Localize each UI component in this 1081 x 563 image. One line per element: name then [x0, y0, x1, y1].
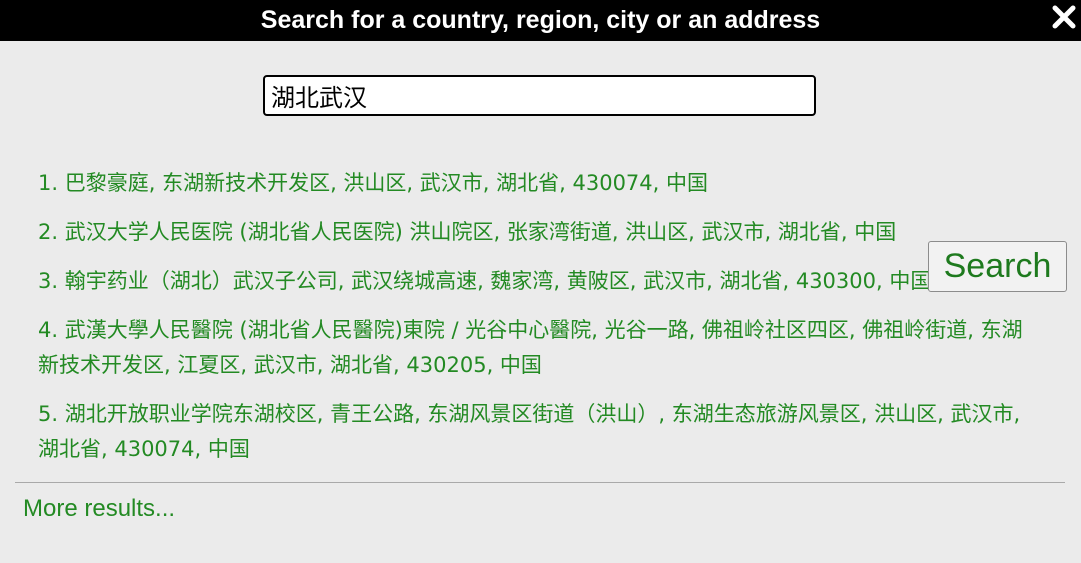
result-address: 巴黎豪庭, 东湖新技术开发区, 洪山区, 武汉市, 湖北省, 430074, 中…: [64, 171, 709, 195]
result-address: 武汉大学人民医院 (湖北省人民医院) 洪山院区, 张家湾街道, 洪山区, 武汉市…: [64, 220, 897, 244]
result-address: 湖北开放职业学院东湖校区, 青王公路, 东湖风景区街道（洪山）, 东湖生态旅游风…: [38, 402, 1021, 461]
result-number: 2.: [38, 220, 59, 244]
dialog-title: Search for a country, region, city or an…: [260, 6, 821, 34]
result-number: 3.: [38, 269, 59, 293]
result-number: 4.: [38, 318, 59, 342]
result-address: 武漢大學人民醫院 (湖北省人民醫院)東院 / 光谷中心醫院, 光谷一路, 佛祖岭…: [38, 318, 1023, 377]
result-number: 5.: [38, 402, 59, 426]
result-item[interactable]: 1. 巴黎豪庭, 东湖新技术开发区, 洪山区, 武汉市, 湖北省, 430074…: [38, 166, 1033, 201]
more-results-link[interactable]: More results...: [23, 492, 175, 526]
result-number: 1.: [38, 171, 59, 195]
result-item[interactable]: 4. 武漢大學人民醫院 (湖北省人民醫院)東院 / 光谷中心醫院, 光谷一路, …: [38, 313, 1033, 383]
dialog-titlebar: Search for a country, region, city or an…: [0, 0, 1081, 41]
search-input[interactable]: [263, 75, 816, 116]
results-list: 1. 巴黎豪庭, 东湖新技术开发区, 洪山区, 武汉市, 湖北省, 430074…: [38, 166, 1033, 481]
result-item[interactable]: 5. 湖北开放职业学院东湖校区, 青王公路, 东湖风景区街道（洪山）, 东湖生态…: [38, 397, 1033, 467]
search-dialog: Search for a country, region, city or an…: [0, 0, 1081, 563]
result-item[interactable]: 2. 武汉大学人民医院 (湖北省人民医院) 洪山院区, 张家湾街道, 洪山区, …: [38, 215, 1033, 250]
search-button[interactable]: Search: [928, 241, 1067, 292]
result-item[interactable]: 3. 翰宇药业（湖北）武汉子公司, 武汉绕城高速, 魏家湾, 黄陂区, 武汉市,…: [38, 264, 1033, 299]
divider: [15, 482, 1065, 483]
close-icon[interactable]: [1050, 3, 1078, 31]
result-address: 翰宇药业（湖北）武汉子公司, 武汉绕城高速, 魏家湾, 黄陂区, 武汉市, 湖北…: [64, 269, 932, 293]
